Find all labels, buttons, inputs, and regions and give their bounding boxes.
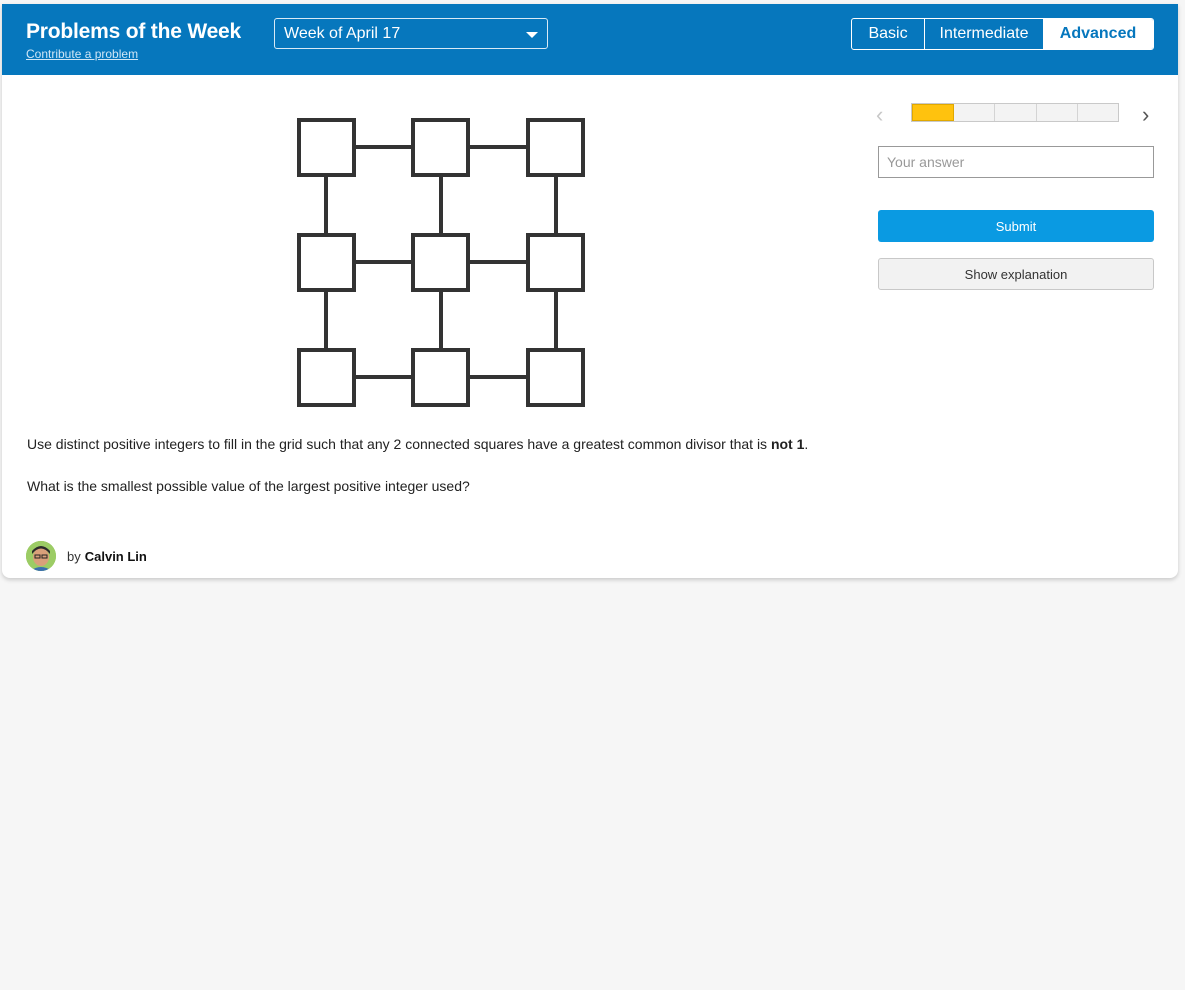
progress-segment[interactable] [912,104,955,121]
chevron-down-icon [526,32,538,38]
week-select-value: Week of April 17 [284,25,401,42]
statement-emphasis: not 1 [770,436,805,452]
avatar[interactable] [26,541,56,571]
problem-statement: Use distinct positive integers to fill i… [27,435,877,453]
avatar-image [26,541,56,571]
grid-square [411,118,470,177]
problem-card: Problems of the Week Contribute a proble… [2,4,1178,578]
grid-square [526,233,585,292]
progress-segment[interactable] [995,104,1037,121]
author-name[interactable]: Calvin Lin [85,549,147,564]
statement-end: . [804,436,809,452]
answer-input[interactable] [878,146,1154,178]
progress-segment[interactable] [1078,104,1118,121]
level-intermediate-button[interactable]: Intermediate [925,19,1043,49]
author-byline: by Calvin Lin [26,540,147,572]
submit-button[interactable]: Submit [878,210,1154,242]
problem-progress [911,103,1119,122]
progress-segment[interactable] [1037,104,1078,121]
level-advanced-button[interactable]: Advanced [1043,19,1153,49]
header-bar: Problems of the Week Contribute a proble… [2,4,1178,75]
grid-square [411,233,470,292]
week-select[interactable]: Week of April 17 [274,18,548,49]
grid-square [297,233,356,292]
level-toggle: Basic Intermediate Advanced [851,18,1154,50]
show-explanation-button[interactable]: Show explanation [878,258,1154,290]
chevron-left-icon[interactable]: ‹ [876,102,883,128]
grid-square [411,348,470,407]
grid-square [526,118,585,177]
grid-figure [297,118,585,407]
statement-text: Use distinct positive integers to fill i… [27,436,771,452]
grid-square [297,348,356,407]
grid-square [297,118,356,177]
progress-segment[interactable] [954,104,996,121]
problem-question: What is the smallest possible value of t… [27,478,470,494]
grid-square [526,348,585,407]
level-basic-button[interactable]: Basic [852,19,925,49]
author-prefix: by [67,548,81,564]
chevron-right-icon[interactable]: › [1142,102,1149,128]
contribute-link[interactable]: Contribute a problem [26,47,138,61]
page-title: Problems of the Week [26,20,242,43]
